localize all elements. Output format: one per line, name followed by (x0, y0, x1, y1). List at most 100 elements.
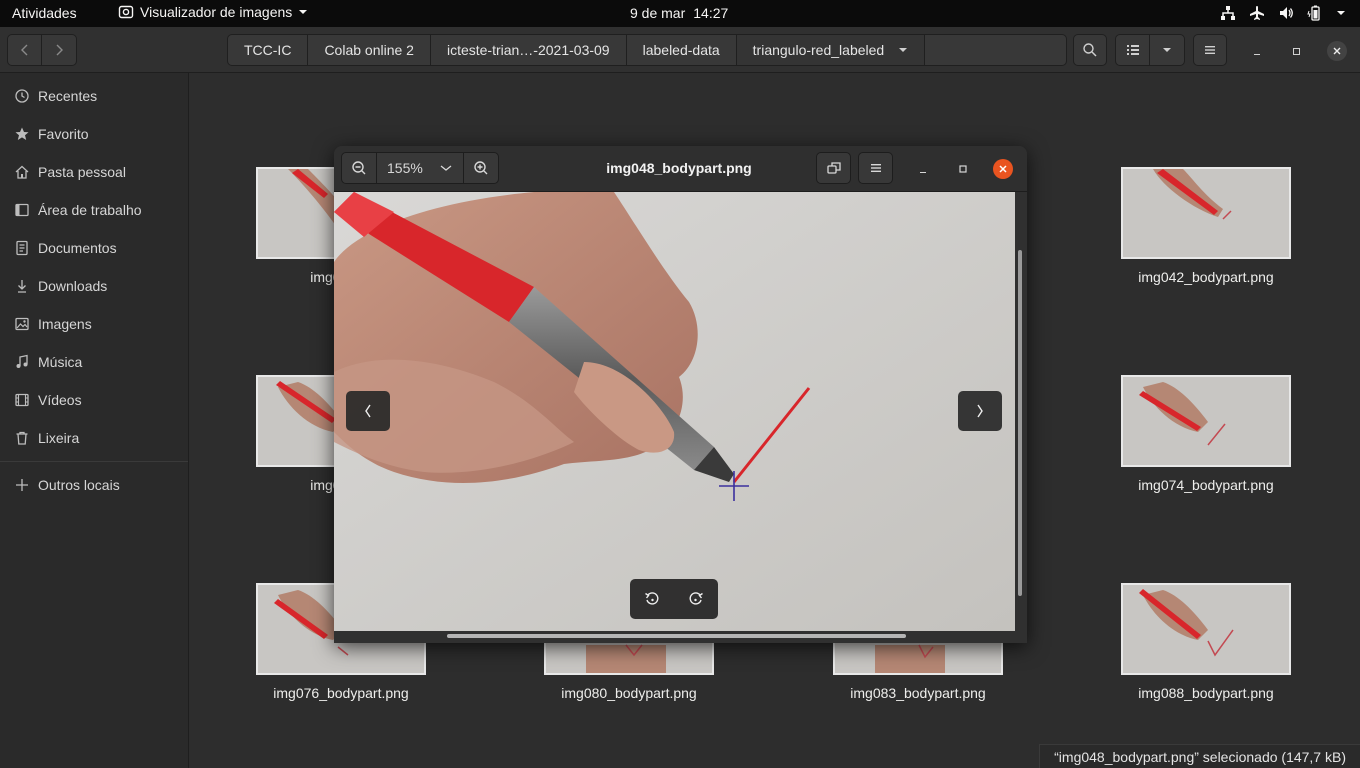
sidebar-item-label: Música (38, 354, 83, 370)
sidebar-item-pasta-pessoal[interactable]: Pasta pessoal (0, 153, 188, 191)
navigation-buttons (7, 34, 77, 66)
sidebar-item-label: Área de trabalho (38, 202, 142, 218)
previous-image-button[interactable] (346, 391, 390, 431)
chevron-left-icon (20, 44, 27, 56)
document-icon (16, 240, 28, 256)
sidebar-item-label: Recentes (38, 88, 98, 104)
forward-button[interactable] (42, 35, 76, 65)
view-buttons (1115, 34, 1185, 66)
sidebar-item-lixeira[interactable]: Lixeira (0, 419, 188, 457)
zoom-controls: 155% (341, 152, 499, 184)
top-bar: Atividades Visualizador de imagens 9 de … (0, 0, 1360, 27)
file-label: img080_bodypart.png (561, 685, 697, 701)
fullscreen-button[interactable] (816, 152, 851, 184)
system-tray[interactable] (1220, 5, 1346, 21)
sidebar-item-musica[interactable]: Música (0, 343, 188, 381)
next-image-button[interactable] (958, 391, 1002, 431)
horizontal-scrollbar[interactable] (447, 634, 906, 638)
network-icon (1220, 5, 1236, 21)
breadcrumb-item-icteste[interactable]: icteste-trian…-2021-03-09 (431, 35, 627, 65)
breadcrumb-item-colab-online-2[interactable]: Colab online 2 (308, 35, 431, 65)
sidebar-item-videos[interactable]: Vídeos (0, 381, 188, 419)
breadcrumb-item-labeled-data[interactable]: labeled-data (627, 35, 737, 65)
rotate-left-icon (645, 592, 659, 605)
activities-button[interactable]: Atividades (12, 5, 77, 21)
music-icon (16, 354, 28, 368)
volume-icon (1278, 5, 1294, 21)
menu-button[interactable] (1193, 34, 1227, 66)
zoom-out-button[interactable] (342, 153, 377, 183)
file-label: img042_bodypart.png (1138, 269, 1274, 285)
plus-icon (16, 479, 28, 491)
close-icon (1333, 47, 1341, 55)
sidebar-item-recentes[interactable]: Recentes (0, 77, 188, 115)
viewer-menu-button[interactable] (858, 152, 893, 184)
sidebar-item-label: Imagens (38, 316, 92, 332)
hamburger-icon (870, 164, 881, 172)
close-icon (999, 165, 1007, 173)
breadcrumb-current-label: triangulo-red_labeled (752, 42, 885, 58)
rotate-left-button[interactable] (630, 579, 674, 619)
maximize-icon (1293, 48, 1300, 55)
file-label: img083_bodypart.png (850, 685, 986, 701)
airplane-mode-icon (1249, 5, 1265, 21)
zoom-in-button[interactable] (464, 153, 498, 183)
trash-icon (16, 431, 28, 445)
maximize-icon (959, 165, 967, 173)
sidebar-item-label: Pasta pessoal (38, 164, 126, 180)
clock[interactable]: 9 de mar 14:27 (630, 5, 736, 21)
chevron-down-icon (440, 165, 452, 171)
vertical-scrollbar[interactable] (1018, 250, 1022, 596)
sidebar-item-label: Favorito (38, 126, 89, 142)
app-menu[interactable]: Visualizador de imagens (118, 4, 308, 20)
file-thumbnail (1121, 167, 1291, 259)
caret-down-icon (899, 48, 908, 52)
sidebar: Recentes Favorito Pasta pessoal Área de … (0, 73, 189, 768)
status-bar: “img048_bodypart.png” selecionado (147,7… (1039, 744, 1360, 768)
view-options-button[interactable] (1150, 35, 1184, 65)
image-viewer-header: 155% img048_bodypart.png (334, 146, 1027, 192)
sidebar-item-label: Outros locais (38, 477, 120, 493)
file-thumbnail (1121, 583, 1291, 675)
displayed-image (334, 192, 1015, 631)
clock-date: 9 de mar (630, 5, 686, 21)
battery-icon (1307, 5, 1323, 21)
sidebar-item-area-de-trabalho[interactable]: Área de trabalho (0, 191, 188, 229)
image-icon (15, 317, 29, 331)
maximize-button[interactable] (1286, 41, 1306, 61)
zoom-level-dropdown[interactable]: 155% (377, 153, 464, 183)
viewer-maximize-button[interactable] (953, 159, 973, 179)
file-label: img074_bodypart.png (1138, 477, 1274, 493)
viewer-minimize-button[interactable] (913, 159, 933, 179)
close-button[interactable] (1327, 41, 1347, 61)
desktop-icon (15, 203, 29, 217)
sidebar-item-favorito[interactable]: Favorito (0, 115, 188, 153)
image-canvas[interactable] (334, 192, 1015, 631)
zoom-out-icon (352, 161, 366, 175)
caret-down-icon (1163, 48, 1171, 52)
home-icon (15, 165, 29, 179)
caret-down-icon (1336, 8, 1346, 18)
clock-time: 14:27 (693, 5, 729, 21)
clock-icon (15, 89, 29, 103)
minimize-button[interactable] (1247, 41, 1267, 61)
sidebar-item-documentos[interactable]: Documentos (0, 229, 188, 267)
sidebar-item-downloads[interactable]: Downloads (0, 267, 188, 305)
image-viewer-app-icon (118, 4, 134, 20)
rotate-right-icon (689, 592, 703, 605)
back-button[interactable] (8, 35, 43, 65)
image-viewer-window: 155% img048_bodypart.png (334, 146, 1027, 643)
app-menu-label: Visualizador de imagens (140, 4, 293, 20)
sidebar-item-outros-locais[interactable]: Outros locais (0, 466, 188, 504)
breadcrumb-item-tcc-ic[interactable]: TCC-IC (228, 35, 309, 65)
viewer-close-button[interactable] (993, 159, 1013, 179)
breadcrumb-item-current[interactable]: triangulo-red_labeled (736, 35, 926, 65)
list-view-button[interactable] (1116, 35, 1151, 65)
image-viewer-title: img048_bodypart.png (606, 160, 752, 176)
search-button[interactable] (1073, 34, 1107, 66)
sidebar-item-imagens[interactable]: Imagens (0, 305, 188, 343)
file-thumbnail (1121, 375, 1291, 467)
sidebar-divider (0, 461, 188, 462)
rotate-right-button[interactable] (674, 579, 718, 619)
zoom-in-icon (474, 161, 488, 175)
